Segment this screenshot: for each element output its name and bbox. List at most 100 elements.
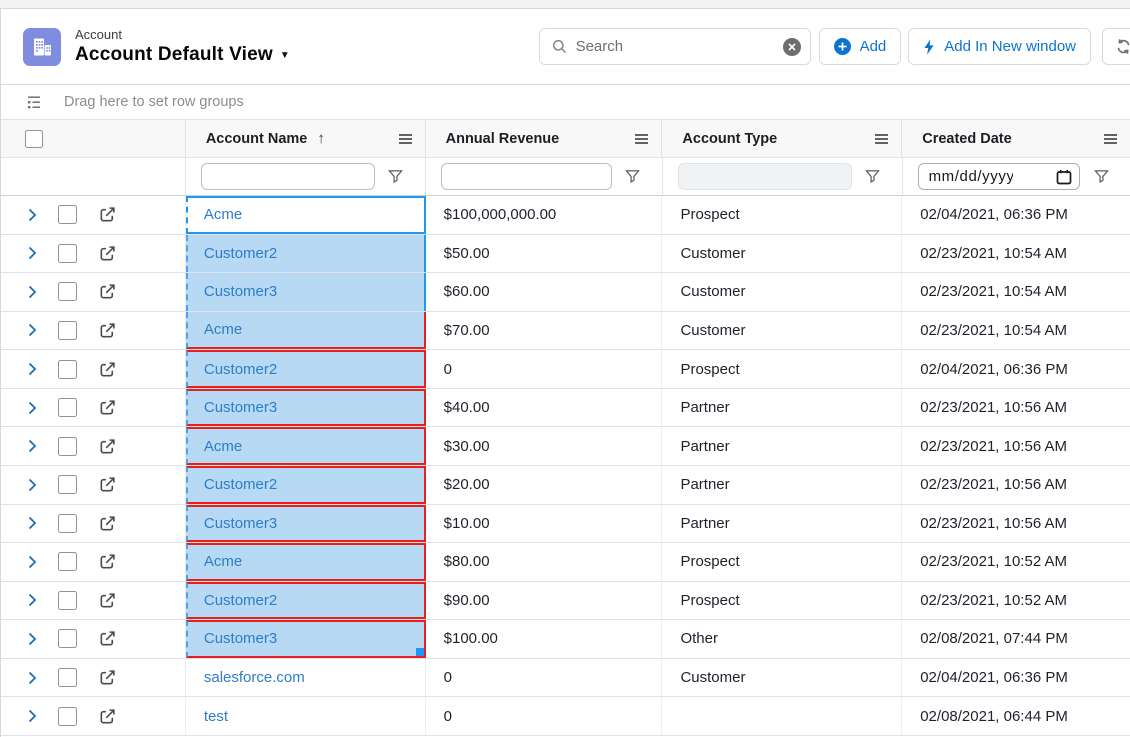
created-date-cell[interactable]: 02/23/2021, 10:56 AM (902, 505, 1130, 543)
open-record-icon[interactable] (99, 669, 116, 686)
account-type-cell[interactable]: Partner (662, 505, 902, 543)
range-fill-handle[interactable] (416, 648, 424, 656)
open-record-icon[interactable] (99, 438, 116, 455)
row-checkbox[interactable] (58, 668, 77, 687)
open-record-icon[interactable] (99, 553, 116, 570)
created-date-cell[interactable]: 02/23/2021, 10:56 AM (902, 427, 1130, 465)
row-checkbox[interactable] (58, 321, 77, 340)
created-date-filter-input[interactable]: mm/dd/yyyy (918, 163, 1080, 190)
account-type-cell[interactable] (662, 697, 902, 735)
add-button[interactable]: Add (819, 28, 902, 65)
open-record-icon[interactable] (99, 476, 116, 493)
created-date-cell[interactable]: 02/04/2021, 06:36 PM (902, 350, 1130, 388)
annual-revenue-cell[interactable]: $20.00 (426, 466, 663, 504)
refresh-button[interactable] (1102, 28, 1130, 65)
account-name-cell[interactable]: Acme (186, 312, 426, 350)
account-name-cell[interactable]: Customer3 (186, 620, 426, 658)
account-type-cell[interactable]: Partner (662, 427, 902, 465)
created-date-cell[interactable]: 02/04/2021, 06:36 PM (902, 196, 1130, 234)
expand-chevron-icon[interactable] (28, 555, 37, 569)
open-record-icon[interactable] (99, 322, 116, 339)
account-type-cell[interactable]: Partner (662, 389, 902, 427)
open-record-icon[interactable] (99, 399, 116, 416)
column-menu-icon[interactable] (398, 133, 413, 145)
account-name-link[interactable]: Customer2 (204, 245, 277, 262)
account-type-cell[interactable]: Customer (662, 273, 902, 311)
account-name-cell[interactable]: Customer3 (186, 273, 426, 311)
account-name-cell[interactable]: salesforce.com (186, 659, 426, 697)
open-record-icon[interactable] (99, 206, 116, 223)
account-name-cell[interactable]: Acme (186, 196, 426, 234)
annual-revenue-cell[interactable]: $30.00 (426, 427, 663, 465)
row-checkbox[interactable] (58, 360, 77, 379)
account-name-link[interactable]: Acme (204, 438, 242, 455)
expand-chevron-icon[interactable] (28, 593, 37, 607)
account-type-cell[interactable]: Prospect (662, 582, 902, 620)
created-date-cell[interactable]: 02/23/2021, 10:54 AM (902, 235, 1130, 273)
account-name-link[interactable]: Customer3 (204, 515, 277, 532)
account-name-link[interactable]: Acme (204, 553, 242, 570)
account-name-link[interactable]: Customer3 (204, 283, 277, 300)
filter-funnel-icon[interactable] (852, 169, 894, 184)
select-all-checkbox[interactable] (25, 130, 43, 148)
expand-chevron-icon[interactable] (28, 362, 37, 376)
annual-revenue-cell[interactable]: 0 (426, 350, 663, 388)
row-checkbox[interactable] (58, 514, 77, 533)
header-created-date[interactable]: Created Date (902, 120, 1130, 157)
annual-revenue-cell[interactable]: $80.00 (426, 543, 663, 581)
expand-chevron-icon[interactable] (28, 478, 37, 492)
row-checkbox[interactable] (58, 205, 77, 224)
annual-revenue-filter-input[interactable] (441, 163, 612, 190)
row-checkbox[interactable] (58, 437, 77, 456)
account-type-cell[interactable]: Prospect (662, 196, 902, 234)
row-group-drop-zone[interactable]: Drag here to set row groups (1, 85, 1130, 120)
header-account-type[interactable]: Account Type (662, 120, 902, 157)
annual-revenue-cell[interactable]: $50.00 (426, 235, 663, 273)
annual-revenue-cell[interactable]: $100.00 (426, 620, 663, 658)
account-type-cell[interactable]: Customer (662, 312, 902, 350)
add-in-new-window-button[interactable]: Add In New window (908, 28, 1091, 65)
row-checkbox[interactable] (58, 629, 77, 648)
expand-chevron-icon[interactable] (28, 516, 37, 530)
row-checkbox[interactable] (58, 244, 77, 263)
open-record-icon[interactable] (99, 245, 116, 262)
account-name-cell[interactable]: test (186, 697, 426, 735)
expand-chevron-icon[interactable] (28, 439, 37, 453)
open-record-icon[interactable] (99, 708, 116, 725)
account-name-cell[interactable]: Customer2 (186, 466, 426, 504)
row-checkbox[interactable] (58, 475, 77, 494)
column-menu-icon[interactable] (1103, 133, 1118, 145)
account-type-cell[interactable]: Customer (662, 659, 902, 697)
open-record-icon[interactable] (99, 283, 116, 300)
row-checkbox[interactable] (58, 552, 77, 571)
open-record-icon[interactable] (99, 515, 116, 532)
row-checkbox[interactable] (58, 591, 77, 610)
account-name-link[interactable]: Customer3 (204, 630, 277, 647)
account-name-link[interactable]: salesforce.com (204, 669, 305, 686)
expand-chevron-icon[interactable] (28, 709, 37, 723)
account-type-cell[interactable]: Prospect (662, 543, 902, 581)
created-date-cell[interactable]: 02/23/2021, 10:54 AM (902, 312, 1130, 350)
expand-chevron-icon[interactable] (28, 323, 37, 337)
account-name-cell[interactable]: Acme (186, 543, 426, 581)
annual-revenue-cell[interactable]: $70.00 (426, 312, 663, 350)
header-account-name[interactable]: Account Name ↑ (186, 120, 426, 157)
filter-funnel-icon[interactable] (375, 169, 417, 184)
calendar-icon[interactable] (1056, 169, 1072, 185)
annual-revenue-cell[interactable]: $90.00 (426, 582, 663, 620)
expand-chevron-icon[interactable] (28, 208, 37, 222)
account-name-link[interactable]: Customer3 (204, 399, 277, 416)
open-record-icon[interactable] (99, 361, 116, 378)
expand-chevron-icon[interactable] (28, 401, 37, 415)
row-checkbox[interactable] (58, 707, 77, 726)
account-name-link[interactable]: Customer2 (204, 592, 277, 609)
account-name-link[interactable]: Acme (204, 321, 242, 338)
annual-revenue-cell[interactable]: $10.00 (426, 505, 663, 543)
filter-funnel-icon[interactable] (1080, 169, 1122, 184)
account-type-cell[interactable]: Partner (662, 466, 902, 504)
annual-revenue-cell[interactable]: $40.00 (426, 389, 663, 427)
account-name-link[interactable]: Customer2 (204, 361, 277, 378)
open-record-icon[interactable] (99, 592, 116, 609)
account-name-cell[interactable]: Customer2 (186, 350, 426, 388)
view-selector[interactable]: Account Default View ▼ (75, 44, 290, 66)
